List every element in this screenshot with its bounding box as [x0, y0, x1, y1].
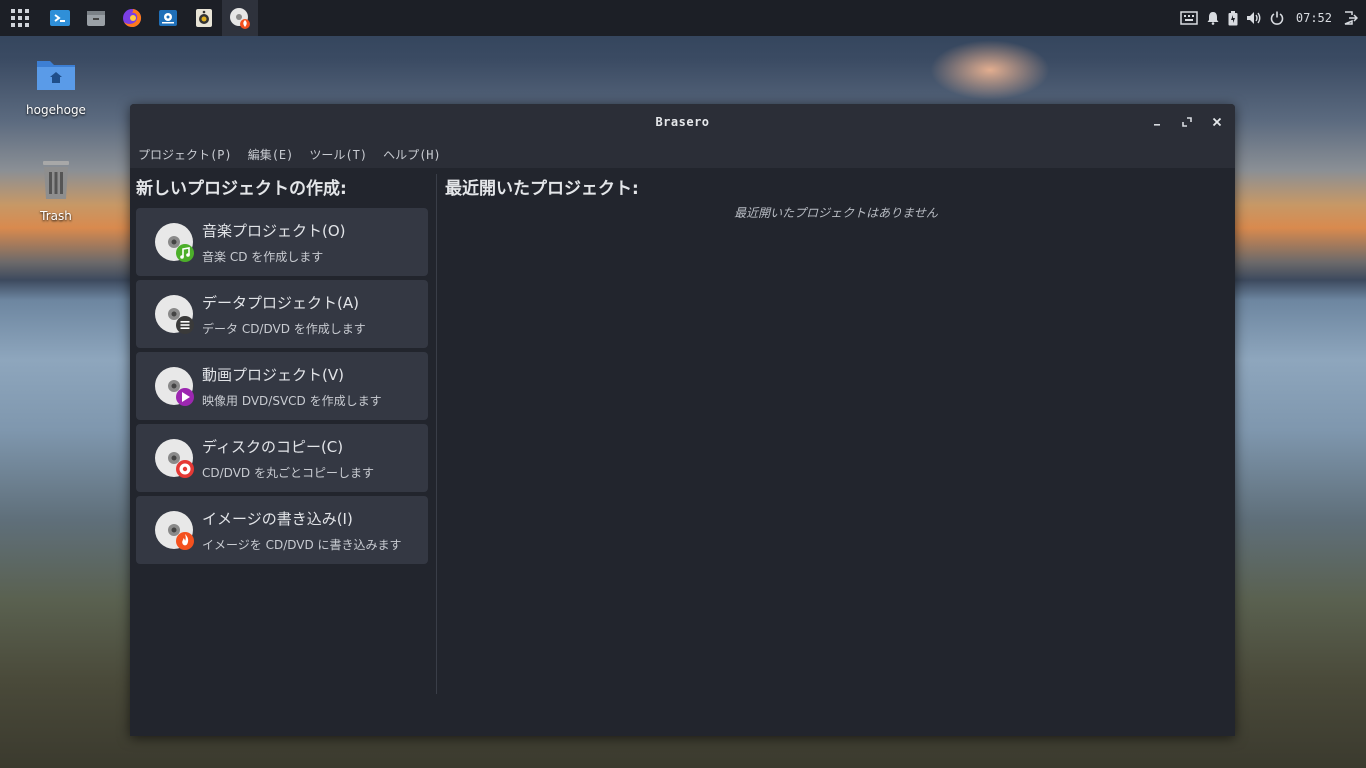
audio-project-desc: 音楽 CD を作成します [202, 250, 324, 264]
trash-label: Trash [40, 209, 72, 223]
brasero-task-button[interactable] [222, 0, 258, 36]
maximize-button[interactable] [1172, 104, 1202, 140]
menu-help[interactable]: ヘルプ(H) [383, 146, 441, 163]
home-folder-label: hogehoge [26, 103, 86, 117]
firefox-launcher[interactable] [114, 0, 150, 36]
brasero-icon [230, 8, 250, 29]
data-project-button[interactable]: データプロジェクト(A) データ CD/DVD を作成します [136, 280, 428, 348]
brasero-window: Brasero プロジェクト(P) 編集(E) ツール(T) ヘルプ(H) 新し… [130, 104, 1235, 736]
software-center-icon [159, 10, 177, 26]
image-burn-desc: イメージを CD/DVD に書き込みます [202, 538, 402, 552]
minimize-icon [1154, 124, 1160, 126]
volume-icon[interactable] [1246, 11, 1262, 25]
system-tray: 07:52 [1180, 0, 1366, 36]
disc-copy-title: ディスクのコピー(C) [202, 438, 344, 456]
speaker-app-icon [196, 9, 212, 27]
video-project-button[interactable]: 動画プロジェクト(V) 映像用 DVD/SVCD を作成します [136, 352, 428, 420]
top-panel: 07:52 [0, 0, 1366, 36]
firefox-icon [123, 8, 142, 27]
file-manager-icon [87, 11, 105, 26]
data-project-title: データプロジェクト(A) [202, 294, 359, 312]
burn-disc-icon [155, 511, 194, 550]
data-project-desc: データ CD/DVD を作成します [202, 322, 366, 336]
close-icon [1212, 117, 1222, 127]
maximize-icon [1182, 117, 1192, 127]
file-manager-launcher[interactable] [78, 0, 114, 36]
recent-projects-empty-message: 最近開いたプロジェクトはありません [734, 206, 938, 220]
audio-project-title: 音楽プロジェクト(O) [202, 222, 346, 240]
disc-copy-button[interactable]: ディスクのコピー(C) CD/DVD を丸ごとコピーします [136, 424, 428, 492]
battery-icon[interactable] [1228, 10, 1238, 26]
new-project-pane: 新しいプロジェクトの作成: 音楽プロジェクト(O) 音楽 CD を作成します デ… [130, 168, 436, 736]
vscode-icon [50, 10, 70, 26]
clock[interactable]: 07:52 [1296, 11, 1332, 25]
menu-edit[interactable]: 編集(E) [248, 146, 294, 163]
data-disc-icon [155, 295, 194, 334]
vscode-launcher[interactable] [42, 0, 78, 36]
desktop-trash[interactable]: Trash [11, 158, 101, 223]
logout-icon[interactable] [1344, 11, 1358, 25]
copy-disc-icon [155, 439, 194, 478]
recent-projects-heading: 最近開いたプロジェクト: [445, 179, 639, 199]
menu-project[interactable]: プロジェクト(P) [138, 146, 232, 163]
window-title: Brasero [655, 115, 710, 129]
image-burn-title: イメージの書き込み(I) [202, 510, 353, 528]
recent-projects-pane: 最近開いたプロジェクト: 最近開いたプロジェクトはありません [437, 168, 1235, 736]
app-grid-icon [11, 9, 29, 27]
trash-icon [43, 161, 69, 199]
app-grid-button[interactable] [2, 0, 38, 36]
speaker-app-launcher[interactable] [186, 0, 222, 36]
home-folder-icon [37, 61, 75, 90]
menu-bar: プロジェクト(P) 編集(E) ツール(T) ヘルプ(H) [130, 140, 1235, 168]
music-disc-icon [155, 223, 194, 262]
menu-tools[interactable]: ツール(T) [309, 146, 367, 163]
desktop-home-folder[interactable]: hogehoge [11, 52, 101, 117]
wallpaper-sunset-glow [930, 40, 1050, 100]
video-project-desc: 映像用 DVD/SVCD を作成します [202, 394, 382, 408]
software-center-launcher[interactable] [150, 0, 186, 36]
power-icon[interactable] [1270, 11, 1284, 25]
notification-bell-icon[interactable] [1206, 11, 1220, 25]
audio-project-button[interactable]: 音楽プロジェクト(O) 音楽 CD を作成します [136, 208, 428, 276]
video-disc-icon [155, 367, 194, 406]
close-button[interactable] [1202, 104, 1232, 140]
video-project-title: 動画プロジェクト(V) [202, 366, 344, 384]
window-titlebar[interactable]: Brasero [130, 104, 1235, 140]
minimize-button[interactable] [1142, 104, 1172, 140]
disc-copy-desc: CD/DVD を丸ごとコピーします [202, 466, 374, 480]
image-burn-button[interactable]: イメージの書き込み(I) イメージを CD/DVD に書き込みます [136, 496, 428, 564]
new-project-heading: 新しいプロジェクトの作成: [136, 179, 347, 199]
network-icon[interactable] [1180, 11, 1198, 25]
